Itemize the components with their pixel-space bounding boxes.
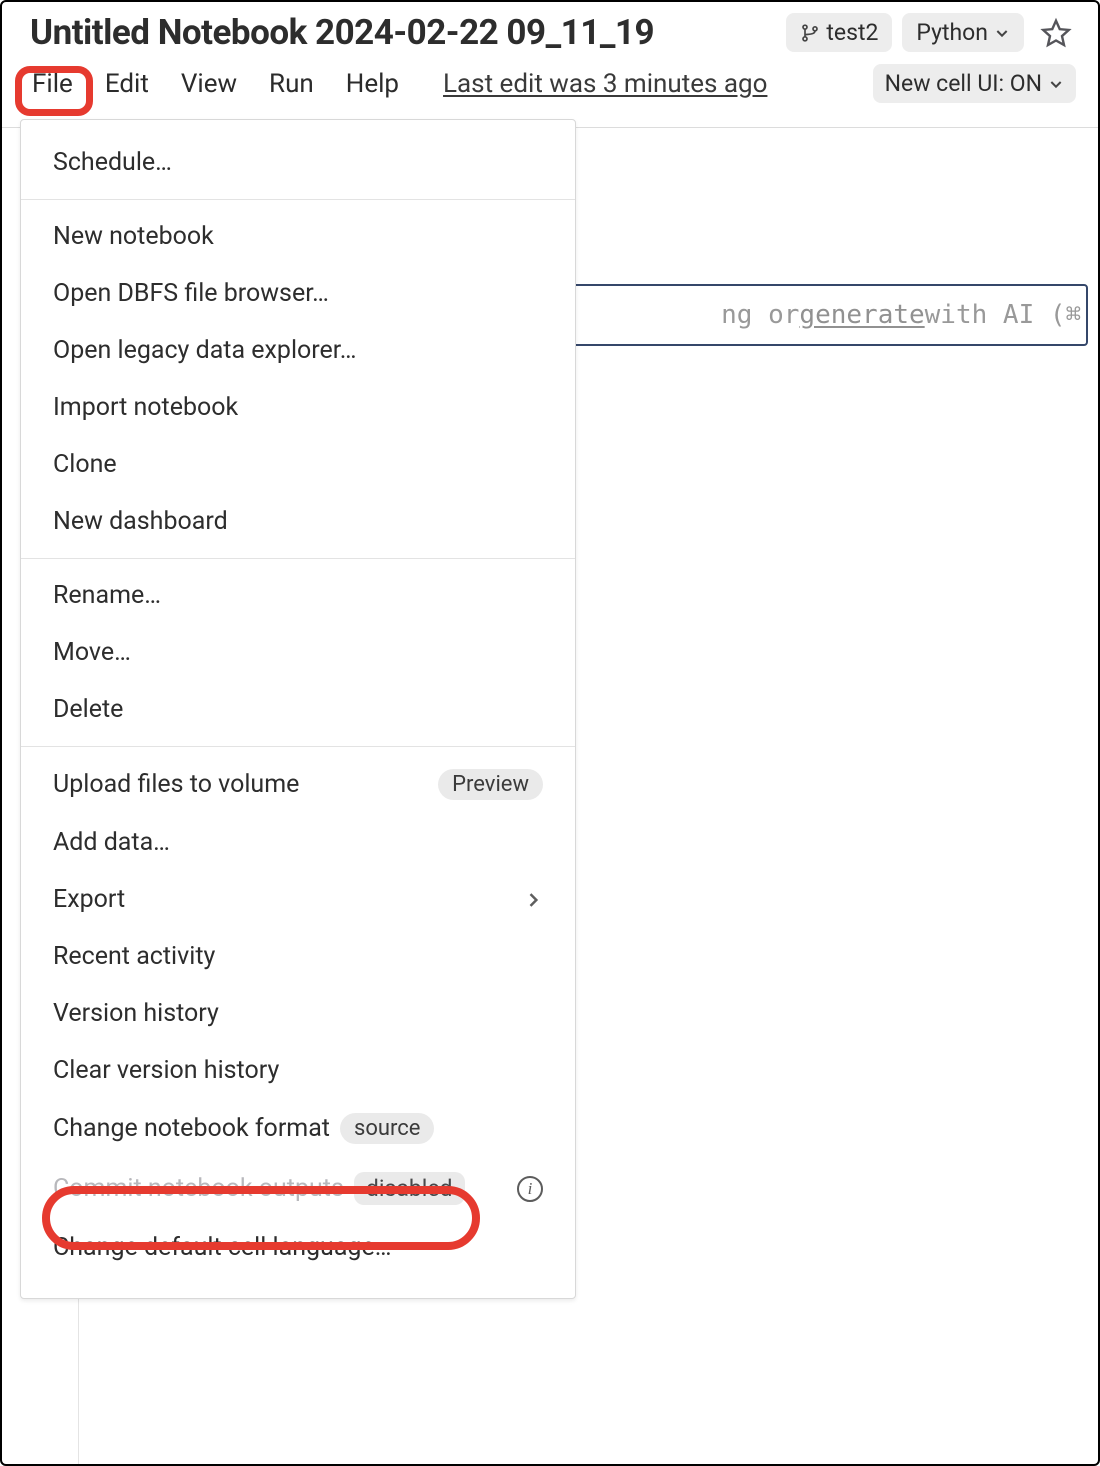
menuitem-label: New dashboard: [53, 507, 228, 536]
git-branch-icon: [800, 23, 820, 43]
header: Untitled Notebook 2024-02-22 09_11_19 te…: [2, 2, 1098, 115]
git-branch-label: test2: [826, 19, 878, 46]
info-icon[interactable]: i: [517, 1176, 543, 1202]
new-cell-ui-label: New cell UI: ON: [885, 70, 1042, 97]
menu-file[interactable]: File: [30, 65, 75, 103]
menuitem-label: Import notebook: [53, 393, 238, 422]
menuitem-upload-volume[interactable]: Upload files to volume Preview: [21, 755, 575, 814]
menuitem-label: Add data…: [53, 828, 170, 857]
menuitem-label: Delete: [53, 695, 123, 724]
menuitem-change-notebook-format[interactable]: Change notebook format source: [21, 1099, 575, 1158]
menuitem-label: Upload files to volume: [53, 770, 299, 799]
menuitem-label: Version history: [53, 999, 219, 1028]
menuitem-delete[interactable]: Delete: [21, 681, 575, 738]
menuitem-commit-notebook-outputs: Commit notebook outputs disabled i: [21, 1158, 575, 1219]
menuitem-label: Change default cell language…: [53, 1233, 391, 1262]
placeholder-text-tail: with AI (⌘ + I)...: [925, 300, 1088, 330]
menuitem-label: Rename…: [53, 581, 161, 610]
chevron-down-icon: [994, 25, 1010, 41]
page-title[interactable]: Untitled Notebook 2024-02-22 09_11_19: [30, 12, 654, 53]
menuitem-label: Recent activity: [53, 942, 215, 971]
disabled-badge: disabled: [354, 1172, 465, 1205]
menuitem-open-dbfs[interactable]: Open DBFS file browser…: [21, 265, 575, 322]
git-branch-chip[interactable]: test2: [786, 13, 892, 52]
menuitem-label: Clear version history: [53, 1056, 279, 1085]
menuitem-label: Schedule…: [53, 148, 172, 177]
menuitem-schedule[interactable]: Schedule…: [21, 134, 575, 191]
menuitem-rename[interactable]: Rename…: [21, 567, 575, 624]
chevron-down-icon: [1048, 76, 1064, 92]
menu-help[interactable]: Help: [344, 65, 401, 103]
menuitem-label: Commit notebook outputs: [53, 1174, 344, 1203]
menu-view[interactable]: View: [179, 65, 239, 103]
menuitem-export[interactable]: Export: [21, 871, 575, 928]
menuitem-clear-version-history[interactable]: Clear version history: [21, 1042, 575, 1099]
menuitem-label: Open DBFS file browser…: [53, 279, 329, 308]
menuitem-new-notebook[interactable]: New notebook: [21, 208, 575, 265]
menuitem-new-dashboard[interactable]: New dashboard: [21, 493, 575, 550]
preview-badge: Preview: [438, 769, 543, 800]
format-badge: source: [340, 1113, 434, 1144]
menuitem-version-history[interactable]: Version history: [21, 985, 575, 1042]
new-cell-ui-toggle[interactable]: New cell UI: ON: [873, 64, 1076, 103]
language-chip[interactable]: Python: [902, 13, 1024, 52]
menu-edit[interactable]: Edit: [103, 65, 151, 103]
menuitem-label: Clone: [53, 450, 117, 479]
placeholder-text-generate: generate: [799, 300, 924, 330]
menuitem-import-notebook[interactable]: Import notebook: [21, 379, 575, 436]
language-label: Python: [916, 19, 988, 46]
menuitem-recent-activity[interactable]: Recent activity: [21, 928, 575, 985]
menuitem-label: Move…: [53, 638, 131, 667]
menuitem-add-data[interactable]: Add data…: [21, 814, 575, 871]
menuitem-clone[interactable]: Clone: [21, 436, 575, 493]
menuitem-label: Open legacy data explorer…: [53, 336, 357, 365]
menuitem-open-legacy[interactable]: Open legacy data explorer…: [21, 322, 575, 379]
menuitem-label: Export: [53, 885, 125, 914]
menuitem-change-default-cell-language[interactable]: Change default cell language…: [21, 1219, 575, 1276]
menuitem-label: New notebook: [53, 222, 214, 251]
star-icon[interactable]: [1034, 17, 1076, 49]
last-edit-link[interactable]: Last edit was 3 minutes ago: [443, 69, 767, 99]
menuitem-label: Change notebook format: [53, 1114, 330, 1143]
menuitem-move[interactable]: Move…: [21, 624, 575, 681]
file-dropdown: Schedule… New notebook Open DBFS file br…: [20, 119, 576, 1299]
placeholder-text-mid: ng or: [721, 300, 799, 330]
chevron-right-icon: [523, 890, 543, 910]
menu-run[interactable]: Run: [267, 65, 316, 103]
